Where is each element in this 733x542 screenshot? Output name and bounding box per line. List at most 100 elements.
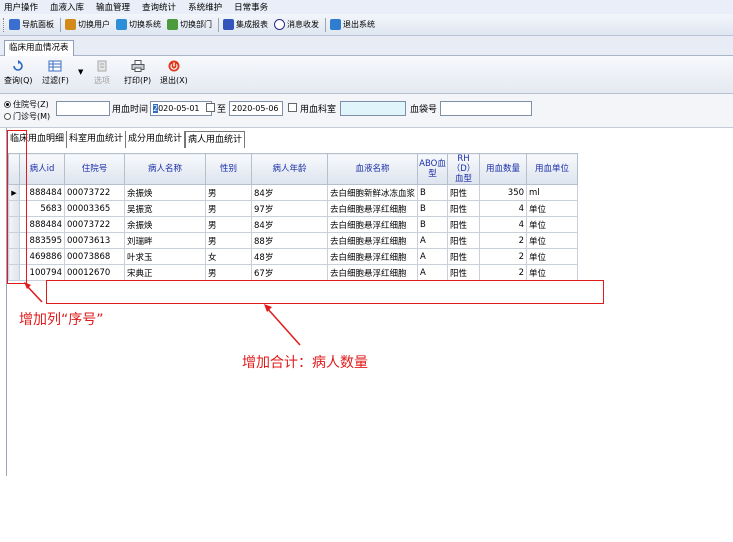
cell-inpatient-number[interactable]: 00073613 [64, 232, 125, 249]
cell-blood-name[interactable]: 去白细胞悬浮红细胞 [326, 248, 419, 265]
cell-abo-type[interactable]: B [417, 200, 449, 217]
integrated-report-button[interactable]: 集成报表 [223, 19, 268, 30]
table-row[interactable]: 469886 00073868 叶求玉女 48岁 去白细胞悬浮红细胞 A 阳性 2 单位 [8, 248, 579, 265]
column-header-rh-type[interactable]: RH（D）血型 [447, 153, 481, 185]
cell-sex[interactable]: 男 [205, 216, 252, 233]
print-button[interactable]: 打印(P) [124, 60, 151, 86]
cell-patient-name[interactable]: 余振焕 [124, 184, 206, 201]
cell-patient-age[interactable]: 97岁 [251, 200, 328, 217]
cell-abo-type[interactable]: A [417, 264, 449, 281]
cell-patient-age[interactable]: 84岁 [251, 184, 328, 201]
date-to-input[interactable]: 2020-05-06 [229, 101, 283, 116]
cell-blood-unit[interactable]: 单位 [526, 264, 579, 281]
cell-sex[interactable]: 男 [205, 200, 252, 217]
switch-department-button[interactable]: 切换部门 [167, 19, 212, 30]
cell-blood-name[interactable]: 去白细胞悬浮红细胞 [326, 264, 419, 281]
cell-blood-unit[interactable]: 单位 [526, 248, 579, 265]
cell-blood-name[interactable]: 去白细胞悬浮红细胞 [326, 200, 419, 217]
blood-bag-input[interactable] [440, 101, 532, 116]
cell-blood-name[interactable]: 去白细胞悬浮红细胞 [326, 232, 419, 249]
date-to-checkbox[interactable] [288, 103, 297, 112]
cell-blood-unit[interactable]: 单位 [526, 232, 579, 249]
cell-patient-name[interactable]: 余振焕 [124, 216, 206, 233]
menu-user-operations[interactable]: 用户操作 [4, 1, 38, 13]
cell-rh-type[interactable]: 阳性 [447, 200, 481, 217]
table-row[interactable]: 5683 00003365 吴振宽男 97岁 去白细胞悬浮红细胞 B 阳性 4 单位 [8, 200, 579, 217]
menu-query-statistics[interactable]: 查询统计 [142, 1, 176, 13]
cell-blood-name[interactable]: 去白细胞悬浮红细胞 [326, 216, 419, 233]
cell-blood-unit[interactable]: ml [526, 184, 579, 201]
message-button[interactable]: 消息收发 [274, 19, 319, 30]
cell-inpatient-number[interactable]: 00073868 [64, 248, 125, 265]
cell-blood-unit[interactable]: 单位 [526, 200, 579, 217]
cell-inpatient-number[interactable]: 00073722 [64, 184, 125, 201]
cell-abo-type[interactable]: A [417, 232, 449, 249]
tab-patient-blood-statistics[interactable]: 病人用血统计 [185, 131, 246, 148]
cell-rh-type[interactable]: 阳性 [447, 216, 481, 233]
cell-inpatient-number[interactable]: 00012670 [64, 264, 125, 281]
cell-patient-name[interactable]: 宋典正 [124, 264, 206, 281]
cell-sex[interactable]: 男 [205, 232, 252, 249]
patient-number-input[interactable] [56, 101, 110, 116]
date-from-input[interactable]: 2020-05-01 [150, 101, 212, 116]
exit-button[interactable]: 退出(X) [160, 60, 188, 86]
cell-blood-quantity[interactable]: 2 [479, 232, 528, 249]
table-row[interactable]: ▶ 888484 00073722 余振焕男 84岁 去白细胞新鲜冰冻血浆 B 阳性 350 ml [8, 184, 579, 201]
table-row[interactable]: 888484 00073722 余振焕男 84岁 去白细胞悬浮红细胞 B 阳性 4 单位 [8, 216, 579, 233]
cell-patient-age[interactable]: 48岁 [251, 248, 328, 265]
filter-button[interactable]: 过滤(F) [42, 60, 69, 86]
cell-rh-type[interactable]: 阳性 [447, 184, 481, 201]
cell-rh-type[interactable]: 阳性 [447, 232, 481, 249]
tab-department-blood-statistics[interactable]: 科室用血统计 [67, 131, 127, 148]
menu-system-maintenance[interactable]: 系统维护 [188, 1, 222, 13]
tab-component-blood-statistics[interactable]: 成分用血统计 [126, 131, 186, 148]
cell-sex[interactable]: 女 [205, 248, 252, 265]
switch-user-button[interactable]: 切换用户 [65, 19, 110, 30]
cell-rh-type[interactable]: 阳性 [447, 264, 481, 281]
cell-patient-name[interactable]: 刘瑞畔 [124, 232, 206, 249]
cell-inpatient-number[interactable]: 00073722 [64, 216, 125, 233]
menu-daily-affairs[interactable]: 日常事务 [234, 1, 268, 13]
cell-patient-name[interactable]: 叶求玉 [124, 248, 206, 265]
cell-blood-unit[interactable]: 单位 [526, 216, 579, 233]
column-header-sex[interactable]: 性别 [205, 153, 252, 185]
exit-system-button[interactable]: 退出系统 [330, 19, 375, 30]
cell-blood-quantity[interactable]: 350 [479, 184, 528, 201]
cell-blood-quantity[interactable]: 4 [479, 200, 528, 217]
radio-outpatient-number[interactable]: 门诊号(M) [4, 111, 50, 122]
cell-abo-type[interactable]: A [417, 248, 449, 265]
tab-clinical-blood-usage[interactable]: 临床用血情况表 [4, 40, 74, 56]
switch-system-button[interactable]: 切换系统 [116, 19, 161, 30]
query-button[interactable]: 查询(Q) [4, 60, 33, 86]
menu-blood-inbound[interactable]: 血液入库 [50, 1, 84, 13]
cell-patient-age[interactable]: 67岁 [251, 264, 328, 281]
column-header-blood-quantity[interactable]: 用血数量 [479, 153, 528, 185]
column-header-inpatient-number[interactable]: 住院号 [64, 153, 125, 185]
radio-inpatient-number[interactable]: 住院号(Z) [4, 99, 49, 110]
table-row[interactable]: 883595 00073613 刘瑞畔男 88岁 去白细胞悬浮红细胞 A 阳性 2 单位 [8, 232, 579, 249]
cell-abo-type[interactable]: B [417, 184, 449, 201]
cell-rh-type[interactable]: 阳性 [447, 248, 481, 265]
cell-blood-quantity[interactable]: 4 [479, 216, 528, 233]
cell-blood-name[interactable]: 去白细胞新鲜冰冻血浆 [326, 184, 419, 201]
cell-abo-type[interactable]: B [417, 216, 449, 233]
cell-blood-quantity[interactable]: 2 [479, 264, 528, 281]
cell-blood-quantity[interactable]: 2 [479, 248, 528, 265]
cell-patient-name[interactable]: 吴振宽 [124, 200, 206, 217]
toolbar-grip[interactable] [3, 17, 6, 32]
department-input[interactable] [340, 101, 406, 116]
menu-transfusion-management[interactable]: 输血管理 [96, 1, 130, 13]
column-header-patient-name[interactable]: 病人名称 [124, 153, 206, 185]
navigation-panel-button[interactable]: 导航面板 [9, 19, 54, 30]
cell-sex[interactable]: 男 [205, 264, 252, 281]
cell-patient-age[interactable]: 88岁 [251, 232, 328, 249]
column-header-patient-age[interactable]: 病人年龄 [251, 153, 328, 185]
column-header-blood-unit[interactable]: 用血单位 [526, 153, 579, 185]
column-header-abo-type[interactable]: ABO血型 [417, 153, 449, 185]
column-header-blood-name[interactable]: 血液名称 [326, 153, 419, 185]
cell-inpatient-number[interactable]: 00003365 [64, 200, 125, 217]
date-from-checkbox[interactable] [206, 103, 215, 112]
table-row[interactable]: 100794 00012670 宋典正男 67岁 去白细胞悬浮红细胞 A 阳性 2 单位 [8, 264, 579, 281]
cell-patient-age[interactable]: 84岁 [251, 216, 328, 233]
options-button[interactable]: 选项 [94, 60, 110, 86]
